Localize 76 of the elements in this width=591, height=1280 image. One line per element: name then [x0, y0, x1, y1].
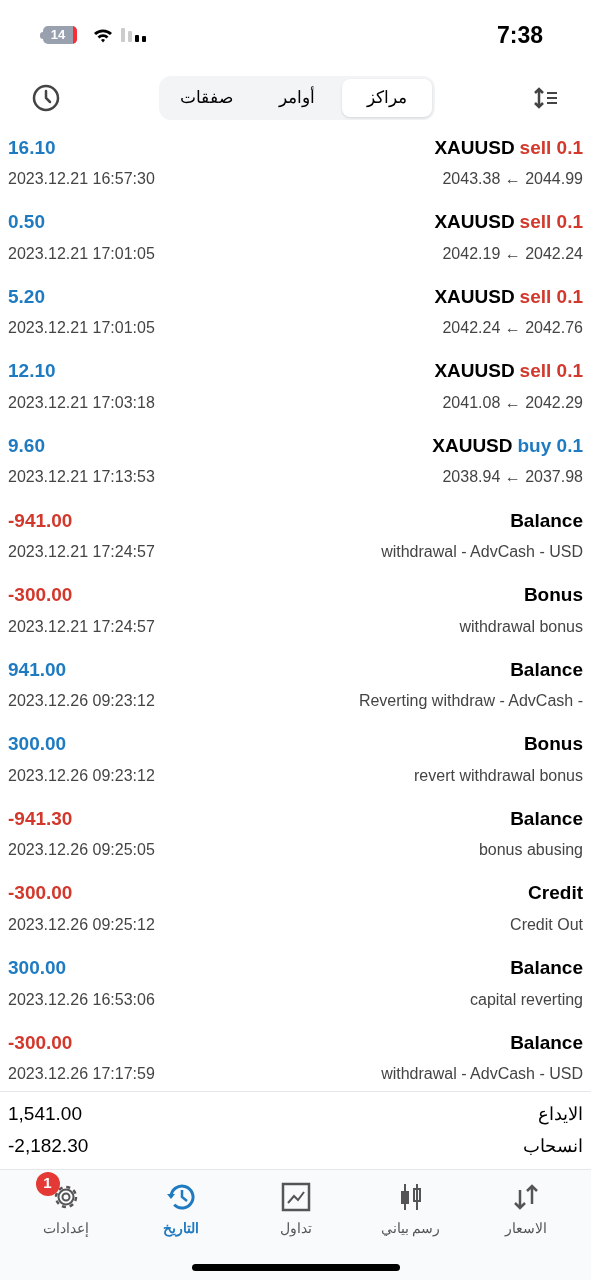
- operation-comment: revert withdrawal bonus: [414, 765, 583, 786]
- price-range: 2042.19 ← 2042.24: [442, 243, 583, 264]
- deal-time: 2023.12.21 17:01:05: [8, 243, 155, 264]
- segment-tab[interactable]: أوامر: [251, 78, 342, 117]
- operation-comment: Credit Out: [510, 915, 583, 935]
- operation-comment: Reverting withdraw - AdvCash -: [358, 691, 583, 712]
- amount-value: -300.00: [8, 881, 73, 906]
- symbol-name: XAUUSD: [432, 433, 513, 458]
- amount-value: 0.50: [8, 210, 45, 235]
- deal-time: 2023.12.21 17:24:57: [8, 616, 155, 637]
- deal-time: 2023.12.26 09:25:12: [8, 915, 155, 935]
- price-range: 2042.24 ← 2042.76: [442, 318, 583, 339]
- price-range: 2038.94 ← 2037.98: [442, 467, 583, 488]
- deal-time: 2023.12.26 09:23:12: [8, 691, 155, 712]
- summary-value: -2,182.30: [8, 1134, 89, 1159]
- operation-type: Bonus: [523, 732, 583, 757]
- amount-value: 12.10: [8, 359, 56, 384]
- tab-bar-item[interactable]: تداول: [247, 1177, 344, 1239]
- amount-value: 16.10: [8, 135, 56, 160]
- operation-type: Balance: [510, 956, 583, 981]
- amount-value: -941.00: [8, 508, 73, 533]
- symbol-name: XAUUSD: [434, 284, 515, 309]
- operation-comment: bonus abusing: [478, 840, 583, 861]
- operation-comment: capital reverting: [470, 989, 583, 1010]
- deal-time: 2023.12.26 17:17:59: [8, 1064, 155, 1085]
- trade-action: sell 0.1: [519, 210, 583, 235]
- amount-value: 9.60: [8, 433, 45, 458]
- amount-value: -941.30: [8, 806, 73, 831]
- wifi-icon: [93, 27, 113, 43]
- deal-time: 2023.12.21 16:57:30: [8, 169, 155, 190]
- battery-indicator: 14: [40, 26, 77, 44]
- deal-time: 2023.12.21 17:03:18: [8, 392, 155, 413]
- operation-type: Bonus: [523, 583, 583, 608]
- notification-badge: 1: [35, 1171, 60, 1196]
- deal-time: 2023.12.21 17:24:57: [8, 542, 155, 562]
- line-chart-icon: [280, 1181, 311, 1212]
- operation-comment: withdrawal - AdvCash - USD: [381, 1064, 583, 1085]
- trade-action: sell 0.1: [519, 135, 583, 160]
- price-range: 2043.38 ← 2044.99: [442, 169, 583, 190]
- deal-time: 2023.12.26 16:53:06: [8, 989, 155, 1010]
- amount-value: 300.00: [8, 732, 67, 757]
- operation-type: Balance: [510, 657, 583, 682]
- symbol-name: XAUUSD: [434, 359, 515, 384]
- trade-action: sell 0.1: [519, 284, 583, 309]
- segment-tab[interactable]: مراكز: [341, 78, 432, 117]
- operation-type: Balance: [510, 1030, 583, 1055]
- deal-time: 2023.12.21 17:13:53: [8, 467, 155, 488]
- sort-icon[interactable]: [533, 85, 559, 110]
- amount-value: 5.20: [8, 284, 45, 309]
- amount-value: 941.00: [8, 657, 67, 682]
- summary-label: الايداع: [538, 1103, 583, 1127]
- price-range: 2041.08 ← 2042.29: [442, 392, 583, 413]
- tab-bar-item[interactable]: التاريخ: [132, 1177, 229, 1239]
- operation-type: Credit: [528, 881, 583, 906]
- deal-time: 2023.12.26 09:23:12: [8, 765, 155, 786]
- amount-value: 300.00: [8, 956, 67, 981]
- operation-type: Balance: [510, 806, 583, 831]
- operation-comment: withdrawal - AdvCash - USD: [381, 542, 583, 562]
- summary-value: 1,541.00: [8, 1102, 82, 1127]
- clock-icon[interactable]: [32, 83, 60, 112]
- symbol-name: XAUUSD: [434, 135, 515, 160]
- clock-time: 7:38: [496, 20, 543, 50]
- tab-bar-item[interactable]: رسم بياني: [362, 1177, 459, 1239]
- trade-action: buy 0.1: [517, 433, 583, 458]
- signal-icon: [121, 28, 147, 42]
- deal-time: 2023.12.21 17:01:05: [8, 318, 155, 339]
- summary-label: انسحاب: [523, 1135, 583, 1159]
- amount-value: -300.00: [8, 1030, 73, 1055]
- symbol-name: XAUUSD: [434, 210, 515, 235]
- trade-action: sell 0.1: [519, 359, 583, 384]
- operation-comment: withdrawal bonus: [459, 616, 583, 637]
- operation-type: Balance: [510, 508, 583, 533]
- tab-bar-item[interactable]: الاسعار: [477, 1177, 574, 1239]
- amount-value: -300.00: [8, 583, 73, 608]
- deal-time: 2023.12.26 09:25:05: [8, 840, 155, 861]
- segment-tab[interactable]: صفقات: [161, 78, 252, 117]
